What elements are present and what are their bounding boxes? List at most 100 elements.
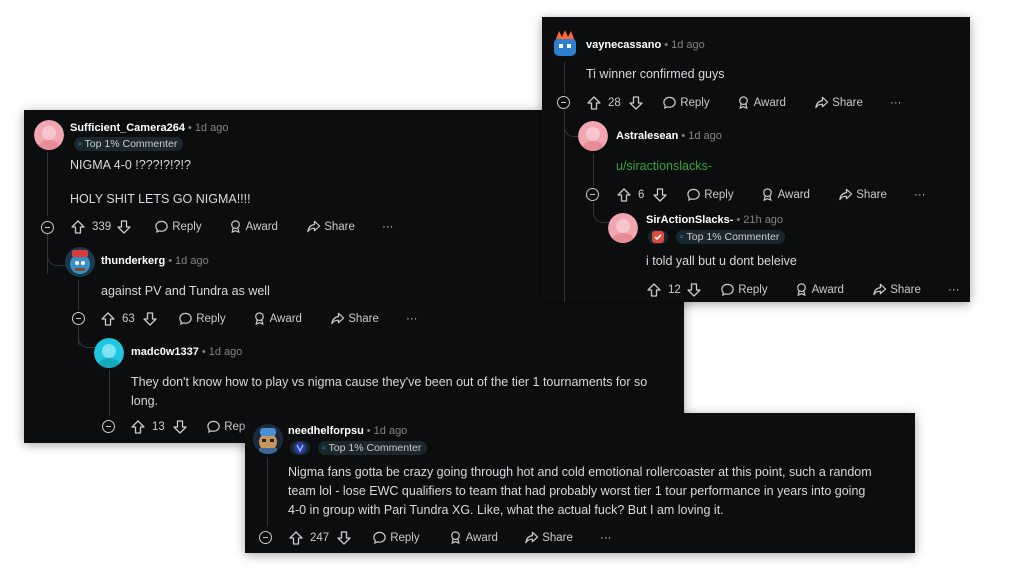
timestamp[interactable]: 1d ago	[374, 425, 408, 437]
top-commenter-badge[interactable]: ▫ Top 1% Commenter	[318, 441, 428, 455]
badge-label: Top 1% Commenter	[328, 442, 422, 454]
award-label: Award	[245, 221, 278, 233]
reply-button[interactable]: Reply	[154, 218, 202, 236]
more-options-icon[interactable]: ···	[948, 281, 960, 299]
award-label: Award	[811, 284, 844, 296]
reply-icon	[687, 189, 700, 202]
reply-icon	[179, 313, 192, 326]
award-button[interactable]: Award	[736, 94, 786, 112]
flair-emblem-icon	[294, 442, 306, 454]
timestamp[interactable]: 1d ago	[688, 130, 722, 142]
reply-button[interactable]: Reply	[686, 186, 734, 204]
more-options-icon[interactable]: ···	[914, 186, 926, 204]
avatar[interactable]	[253, 424, 283, 454]
award-button[interactable]: Award	[760, 186, 810, 204]
award-icon	[797, 283, 806, 297]
timestamp[interactable]: 1d ago	[175, 255, 209, 267]
collapse-icon[interactable]	[41, 221, 54, 234]
downvote-icon[interactable]	[652, 186, 668, 204]
share-label: Share	[542, 532, 573, 544]
separator-dot: •	[681, 130, 686, 142]
more-options-icon[interactable]: ···	[406, 310, 418, 328]
reply-icon	[155, 221, 168, 234]
upvote-icon[interactable]	[586, 94, 602, 112]
award-icon	[739, 96, 748, 110]
comment-header: Astralesean • 1d ago	[616, 130, 722, 142]
upvote-icon[interactable]	[288, 529, 304, 547]
share-button[interactable]: Share	[306, 218, 355, 236]
reply-button[interactable]: Reply	[662, 94, 710, 112]
timestamp[interactable]: 21h ago	[743, 214, 783, 226]
user-flair	[290, 441, 310, 455]
thread-line	[78, 280, 79, 310]
more-options-icon[interactable]: ···	[890, 94, 902, 112]
username[interactable]: thunderkerg	[101, 255, 165, 267]
avatar[interactable]	[608, 213, 638, 243]
award-button[interactable]: Award	[228, 218, 278, 236]
avatar[interactable]	[34, 120, 64, 150]
collapse-icon[interactable]	[557, 96, 570, 109]
avatar[interactable]	[94, 338, 124, 368]
comment-line: Nigma fans gotta be crazy going through …	[288, 465, 872, 479]
downvote-icon[interactable]	[336, 529, 352, 547]
upvote-icon[interactable]	[70, 218, 86, 236]
vote-count: 13	[152, 421, 165, 433]
share-button[interactable]: Share	[330, 310, 379, 328]
collapse-icon[interactable]	[586, 188, 599, 201]
award-button[interactable]: Award	[448, 529, 498, 547]
reply-label: Reply	[390, 532, 420, 544]
collapse-icon[interactable]	[72, 312, 85, 325]
username[interactable]: madc0w1337	[131, 346, 199, 358]
timestamp[interactable]: 1d ago	[671, 39, 705, 51]
comment-body: i told yall but u dont beleive	[646, 254, 797, 268]
downvote-icon[interactable]	[172, 418, 188, 436]
upvote-icon[interactable]	[100, 310, 116, 328]
award-button[interactable]: Award	[252, 310, 302, 328]
avatar[interactable]	[578, 121, 608, 151]
award-button[interactable]: Award	[794, 281, 844, 299]
downvote-icon[interactable]	[628, 94, 644, 112]
share-label: Share	[324, 221, 355, 233]
timestamp[interactable]: 1d ago	[209, 346, 243, 358]
username[interactable]: Sufficient_Camera264	[70, 122, 185, 134]
share-icon	[815, 97, 829, 109]
avatar[interactable]	[550, 29, 580, 59]
username[interactable]: vaynecassano	[586, 39, 661, 51]
username[interactable]: needhelforpsu	[288, 425, 364, 437]
comment-body: Nigma fans gotta be crazy going through …	[288, 463, 908, 520]
user-mention-link[interactable]: u/siractionslacks-	[616, 157, 712, 176]
collapse-icon[interactable]	[259, 531, 272, 544]
reply-button[interactable]: Reply	[372, 529, 420, 547]
reply-button[interactable]: Reply	[720, 281, 768, 299]
reply-button[interactable]: Rep	[206, 418, 245, 436]
share-icon	[525, 532, 539, 544]
reply-label: Reply	[704, 189, 734, 201]
share-button[interactable]: Share	[814, 94, 863, 112]
downvote-icon[interactable]	[142, 310, 158, 328]
more-options-icon[interactable]: ···	[382, 218, 394, 236]
avatar[interactable]	[65, 247, 95, 277]
downvote-icon[interactable]	[686, 281, 702, 299]
share-button[interactable]: Share	[872, 281, 921, 299]
vote-count: 28	[608, 97, 621, 109]
thread-line	[47, 152, 48, 216]
thread-line	[564, 62, 565, 94]
upvote-icon[interactable]	[616, 186, 632, 204]
share-button[interactable]: Share	[524, 529, 573, 547]
comment-thread-bottom: needhelforpsu • 1d ago ▫ Top 1% Commenter N…	[245, 413, 915, 553]
collapse-icon[interactable]	[102, 420, 115, 433]
upvote-icon[interactable]	[130, 418, 146, 436]
downvote-icon[interactable]	[116, 218, 132, 236]
reply-button[interactable]: Reply	[178, 310, 226, 328]
more-options-icon[interactable]: ···	[600, 529, 612, 547]
thread-line	[593, 154, 594, 186]
comment-header: needhelforpsu • 1d ago	[288, 425, 407, 437]
top-commenter-badge[interactable]: ▫ Top 1% Commenter	[676, 230, 786, 244]
reply-label: Reply	[738, 284, 768, 296]
timestamp[interactable]: 1d ago	[195, 122, 229, 134]
upvote-icon[interactable]	[646, 281, 662, 299]
username[interactable]: Astralesean	[616, 130, 678, 142]
share-button[interactable]: Share	[838, 186, 887, 204]
username[interactable]: SirActionSlacks-	[646, 214, 733, 226]
top-commenter-badge[interactable]: ▫ Top 1% Commenter	[74, 137, 184, 151]
